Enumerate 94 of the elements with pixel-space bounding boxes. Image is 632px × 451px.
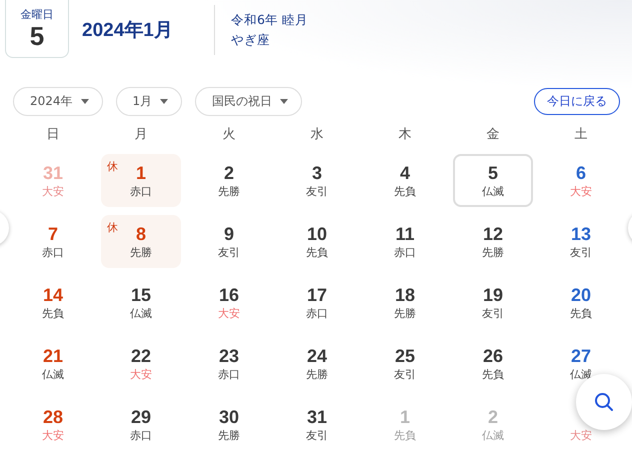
holiday-label: 休 — [107, 220, 118, 235]
day-number: 1 — [136, 162, 146, 184]
rokuyo-label: 赤口 — [306, 306, 328, 322]
day-number: 23 — [218, 344, 240, 366]
weekday-header: 火 — [222, 126, 236, 144]
rokuyo-label: 大安 — [130, 366, 152, 382]
rokuyo-label: 友引 — [306, 428, 328, 444]
rokuyo-label: 先勝 — [130, 244, 152, 260]
rokuyo-label: 先負 — [570, 306, 592, 322]
day-number: 9 — [224, 222, 234, 244]
day-number: 18 — [394, 284, 416, 306]
era-label: 令和6年 睦月 — [231, 11, 308, 29]
rokuyo-label: 大安 — [570, 184, 592, 200]
rokuyo-label: 先勝 — [306, 366, 328, 382]
rokuyo-label: 赤口 — [394, 244, 416, 260]
rokuyo-label: 友引 — [570, 244, 592, 260]
rokuyo-label: 先負 — [42, 306, 64, 322]
day-number: 29 — [130, 406, 152, 428]
day-number: 13 — [570, 222, 592, 244]
rokuyo-label: 仏滅 — [42, 366, 64, 382]
day-number: 4 — [400, 162, 410, 184]
day-number: 3 — [312, 162, 322, 184]
weekday-header: 水 — [310, 126, 324, 144]
day-number: 19 — [482, 284, 504, 306]
zodiac-label: やぎ座 — [231, 31, 271, 49]
day-number: 10 — [306, 222, 328, 244]
day-number: 6 — [576, 162, 586, 184]
rokuyo-label: 友引 — [306, 184, 328, 200]
day-cell[interactable]: 休 8 先勝 — [101, 215, 181, 268]
day-number: 28 — [42, 406, 64, 428]
dropdown[interactable]: 2024年 — [13, 86, 103, 116]
rokuyo-label: 赤口 — [42, 244, 64, 260]
caret-icon — [160, 98, 168, 104]
day-number: 14 — [42, 284, 64, 306]
rokuyo-label: 大安 — [42, 428, 64, 444]
rokuyo-label: 先負 — [394, 428, 416, 444]
day-number: 21 — [42, 344, 64, 366]
day-number: 22 — [130, 344, 152, 366]
weekday-header: 土 — [574, 126, 588, 144]
holiday-label: 休 — [107, 159, 118, 174]
day-number: 1 — [400, 406, 410, 428]
rokuyo-label: 先勝 — [218, 428, 240, 444]
rokuyo-label: 大安 — [42, 184, 64, 200]
day-number: 11 — [395, 222, 415, 244]
rokuyo-label: 先負 — [394, 184, 416, 200]
rokuyo-label: 先勝 — [394, 306, 416, 322]
day-number: 2 — [224, 162, 234, 184]
day-number: 30 — [218, 406, 240, 428]
day-number: 8 — [136, 222, 146, 244]
rokuyo-label: 赤口 — [218, 366, 240, 382]
rokuyo-label: 仏滅 — [570, 366, 592, 382]
day-number: 2 — [488, 406, 498, 428]
day-number: 15 — [130, 284, 152, 306]
weekday-header: 日 — [46, 126, 60, 144]
rokuyo-label: 大安 — [218, 306, 240, 322]
rokuyo-label: 赤口 — [130, 428, 152, 444]
rokuyo-label: 大安 — [570, 428, 592, 444]
search-icon — [594, 392, 614, 412]
day-cell[interactable]: 5 仏滅 — [453, 154, 533, 207]
day-number: 7 — [48, 222, 58, 244]
rokuyo-label: 仏滅 — [130, 306, 152, 322]
caret-icon — [280, 98, 288, 104]
day-number: 5 — [30, 22, 44, 50]
rokuyo-label: 仏滅 — [482, 428, 504, 444]
day-number: 25 — [394, 344, 416, 366]
day-number: 12 — [482, 222, 504, 244]
day-number: 31 — [306, 406, 328, 428]
rokuyo-label: 先負 — [482, 366, 504, 382]
rokuyo-label: 友引 — [218, 244, 240, 260]
rokuyo-label: 友引 — [482, 306, 504, 322]
weekday-header: 金 — [486, 126, 500, 144]
rokuyo-label: 友引 — [394, 366, 416, 382]
rokuyo-label: 仏滅 — [482, 184, 504, 200]
day-number: 27 — [570, 344, 592, 366]
dropdown[interactable]: 1月 — [116, 86, 182, 116]
rokuyo-label: 赤口 — [130, 184, 152, 200]
today-button[interactable]: 今日に戻る — [534, 88, 620, 114]
day-number: 16 — [218, 284, 240, 306]
day-number: 17 — [306, 284, 328, 306]
day-number: 24 — [306, 344, 328, 366]
rokuyo-label: 先勝 — [218, 184, 240, 200]
day-number: 20 — [570, 284, 592, 306]
day-cell[interactable]: 休 1 赤口 — [101, 154, 181, 207]
day-number: 26 — [482, 344, 504, 366]
weekday-header: 月 — [134, 126, 148, 144]
weekday-header: 木 — [398, 126, 412, 144]
rokuyo-label: 先勝 — [482, 244, 504, 260]
day-number: 31 — [42, 162, 64, 184]
caret-icon — [80, 98, 89, 104]
day-number: 5 — [488, 162, 498, 184]
dropdown[interactable]: 国民の祝日 — [195, 86, 302, 116]
month-title: 2024年1月 — [82, 19, 174, 43]
rokuyo-label: 先負 — [306, 244, 328, 260]
weekday-label: 金曜日 — [20, 7, 54, 22]
